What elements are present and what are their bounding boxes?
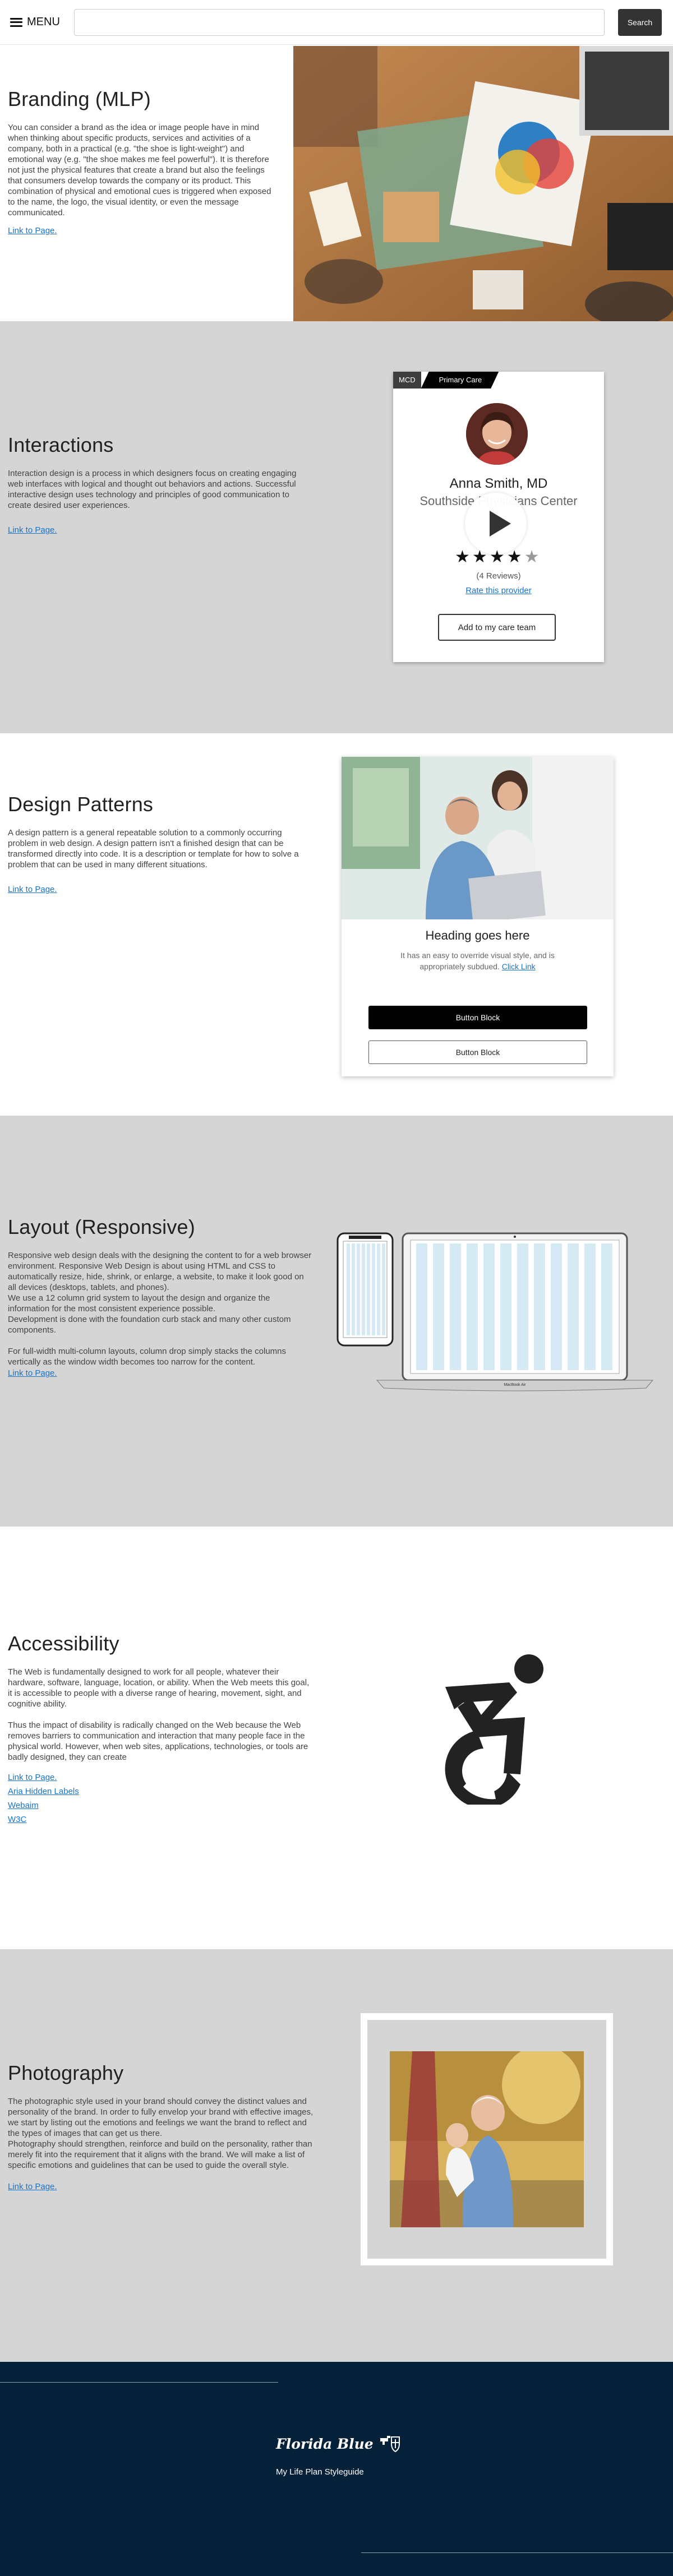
rate-provider-link[interactable]: Rate this provider xyxy=(393,586,604,595)
patterns-title: Design Patterns xyxy=(8,793,154,816)
accessibility-p1: The Web is fundamentally designed to wor… xyxy=(8,1667,310,1709)
photography-image xyxy=(390,2051,584,2227)
star-filled-icon: ★ xyxy=(472,548,490,566)
branding-text: Branding (MLP) You can consider a brand … xyxy=(8,87,279,236)
top-header: MENU Search xyxy=(0,0,673,45)
accessibility-title: Accessibility xyxy=(8,1632,119,1655)
interactions-body: Interaction design is a process in which… xyxy=(8,469,297,510)
menu-label: MENU xyxy=(27,16,60,28)
provider-name: Anna Smith, MD xyxy=(449,476,548,491)
branding-link[interactable]: Link to Page. xyxy=(8,226,57,235)
layout-body: Responsive web design deals with the des… xyxy=(8,1250,314,1367)
accessibility-icon xyxy=(445,1654,543,1805)
layout-p1: Responsive web design deals with the des… xyxy=(8,1251,312,1292)
pattern-card-text: It has an easy to override visual style,… xyxy=(398,950,557,972)
footer-brand-logo: Florida Blue xyxy=(276,2435,402,2453)
layout-link[interactable]: Link to Page. xyxy=(8,1368,57,1378)
branding-body: You can consider a brand as the idea or … xyxy=(8,123,271,218)
photography-p1: The photographic style used in your bran… xyxy=(8,2097,314,2138)
branding-section: Branding (MLP) You can consider a brand … xyxy=(0,45,673,321)
branding-photo xyxy=(293,46,673,321)
footer-subtitle: My Life Plan Styleguide xyxy=(276,2467,364,2477)
accessibility-p2: Thus the impact of disability is radical… xyxy=(8,1721,308,1762)
accessibility-links: Link to Page. Aria Hidden Labels Webaim … xyxy=(8,1770,314,1826)
layout-text: Layout (Responsive) Responsive web desig… xyxy=(8,1215,314,1379)
layout-title: Layout (Responsive) xyxy=(8,1215,195,1238)
pattern-card-image xyxy=(342,757,614,919)
patterns-body: A design pattern is a general repeatable… xyxy=(8,828,299,870)
pattern-card: Heading goes here It has an easy to over… xyxy=(342,757,614,1076)
search-button[interactable]: Search xyxy=(618,9,662,36)
photography-section: Photography The photographic style used … xyxy=(0,1949,673,2362)
accessibility-text: Accessibility The Web is fundamentally d… xyxy=(8,1632,314,1826)
layout-p4: For full-width multi-column layouts, col… xyxy=(8,1347,287,1367)
branding-title: Branding (MLP) xyxy=(8,87,151,110)
pattern-card-heading: Heading goes here xyxy=(425,928,530,942)
interactions-title: Interactions xyxy=(8,433,114,456)
layout-p3: Development is done with the foundation … xyxy=(8,1315,291,1335)
add-to-care-team-button[interactable]: Add to my care team xyxy=(438,614,556,641)
photography-text: Photography The photographic style used … xyxy=(8,2061,314,2192)
button-block-light[interactable]: Button Block xyxy=(368,1040,587,1064)
accessibility-body: The Web is fundamentally designed to wor… xyxy=(8,1667,314,1763)
layout-section: Layout (Responsive) Responsive web desig… xyxy=(0,1116,673,1527)
photography-frame xyxy=(361,2013,613,2265)
star-filled-icon: ★ xyxy=(489,548,507,566)
photography-title: Photography xyxy=(8,2061,124,2084)
interactions-section: Interactions Interaction design is a pro… xyxy=(0,321,673,733)
responsive-devices-illustration: MacBook Air xyxy=(336,1232,654,1391)
footer-divider-bottom xyxy=(361,2552,673,2553)
pattern-card-click-link[interactable]: Click Link xyxy=(502,962,536,971)
button-block-dark[interactable]: Button Block xyxy=(368,1006,587,1029)
accessibility-link-w3c[interactable]: W3C xyxy=(8,1812,314,1826)
play-icon[interactable] xyxy=(465,493,527,554)
tag-mcd: MCD xyxy=(393,372,421,389)
branding-photo-art xyxy=(293,46,673,321)
interactions-text: Interactions Interaction design is a pro… xyxy=(8,433,314,535)
provider-tags: MCD Primary Care xyxy=(393,372,499,389)
photography-body: The photographic style used in your bran… xyxy=(8,2096,314,2171)
accessibility-link-webaim[interactable]: Webaim xyxy=(8,1798,314,1812)
layout-p2: We use a 12 column grid system to layout… xyxy=(8,1293,270,1314)
site-footer: Florida Blue My Life Plan Styleguide xyxy=(0,2362,673,2576)
provider-avatar-art xyxy=(466,403,528,465)
provider-card: MCD Primary Care Anna Smith, MD Southsid… xyxy=(393,372,604,662)
search-input[interactable] xyxy=(74,9,605,36)
reviews-count: (4 Reviews) xyxy=(476,571,521,581)
star-filled-icon: ★ xyxy=(455,548,472,566)
photography-image-art xyxy=(390,2051,584,2227)
pattern-card-image-art xyxy=(342,757,614,919)
patterns-link[interactable]: Link to Page. xyxy=(8,885,57,894)
hamburger-icon xyxy=(10,17,22,27)
photography-link[interactable]: Link to Page. xyxy=(8,2182,57,2191)
photography-p2: Photography should strengthen, reinforce… xyxy=(8,2139,312,2170)
patterns-text: Design Patterns A design pattern is a ge… xyxy=(8,793,314,895)
cross-shield-icon xyxy=(380,2436,400,2453)
footer-brand-name: Florida Blue xyxy=(276,2435,374,2452)
star-empty-icon: ★ xyxy=(524,548,542,566)
tag-primary-care: Primary Care xyxy=(421,372,499,389)
star-filled-icon: ★ xyxy=(506,548,524,566)
footer-divider-top xyxy=(0,2382,278,2383)
interactions-link[interactable]: Link to Page. xyxy=(8,525,57,535)
laptop-label: MacBook Air xyxy=(504,1383,526,1387)
accessibility-section: Accessibility The Web is fundamentally d… xyxy=(0,1527,673,1949)
menu-button[interactable]: MENU xyxy=(10,16,60,29)
rating-stars: ★★★★★ xyxy=(455,547,542,567)
provider-avatar xyxy=(466,403,528,465)
accessibility-link-aria[interactable]: Aria Hidden Labels xyxy=(8,1784,314,1798)
patterns-section: Design Patterns A design pattern is a ge… xyxy=(0,733,673,1116)
accessibility-link-page[interactable]: Link to Page. xyxy=(8,1770,314,1784)
